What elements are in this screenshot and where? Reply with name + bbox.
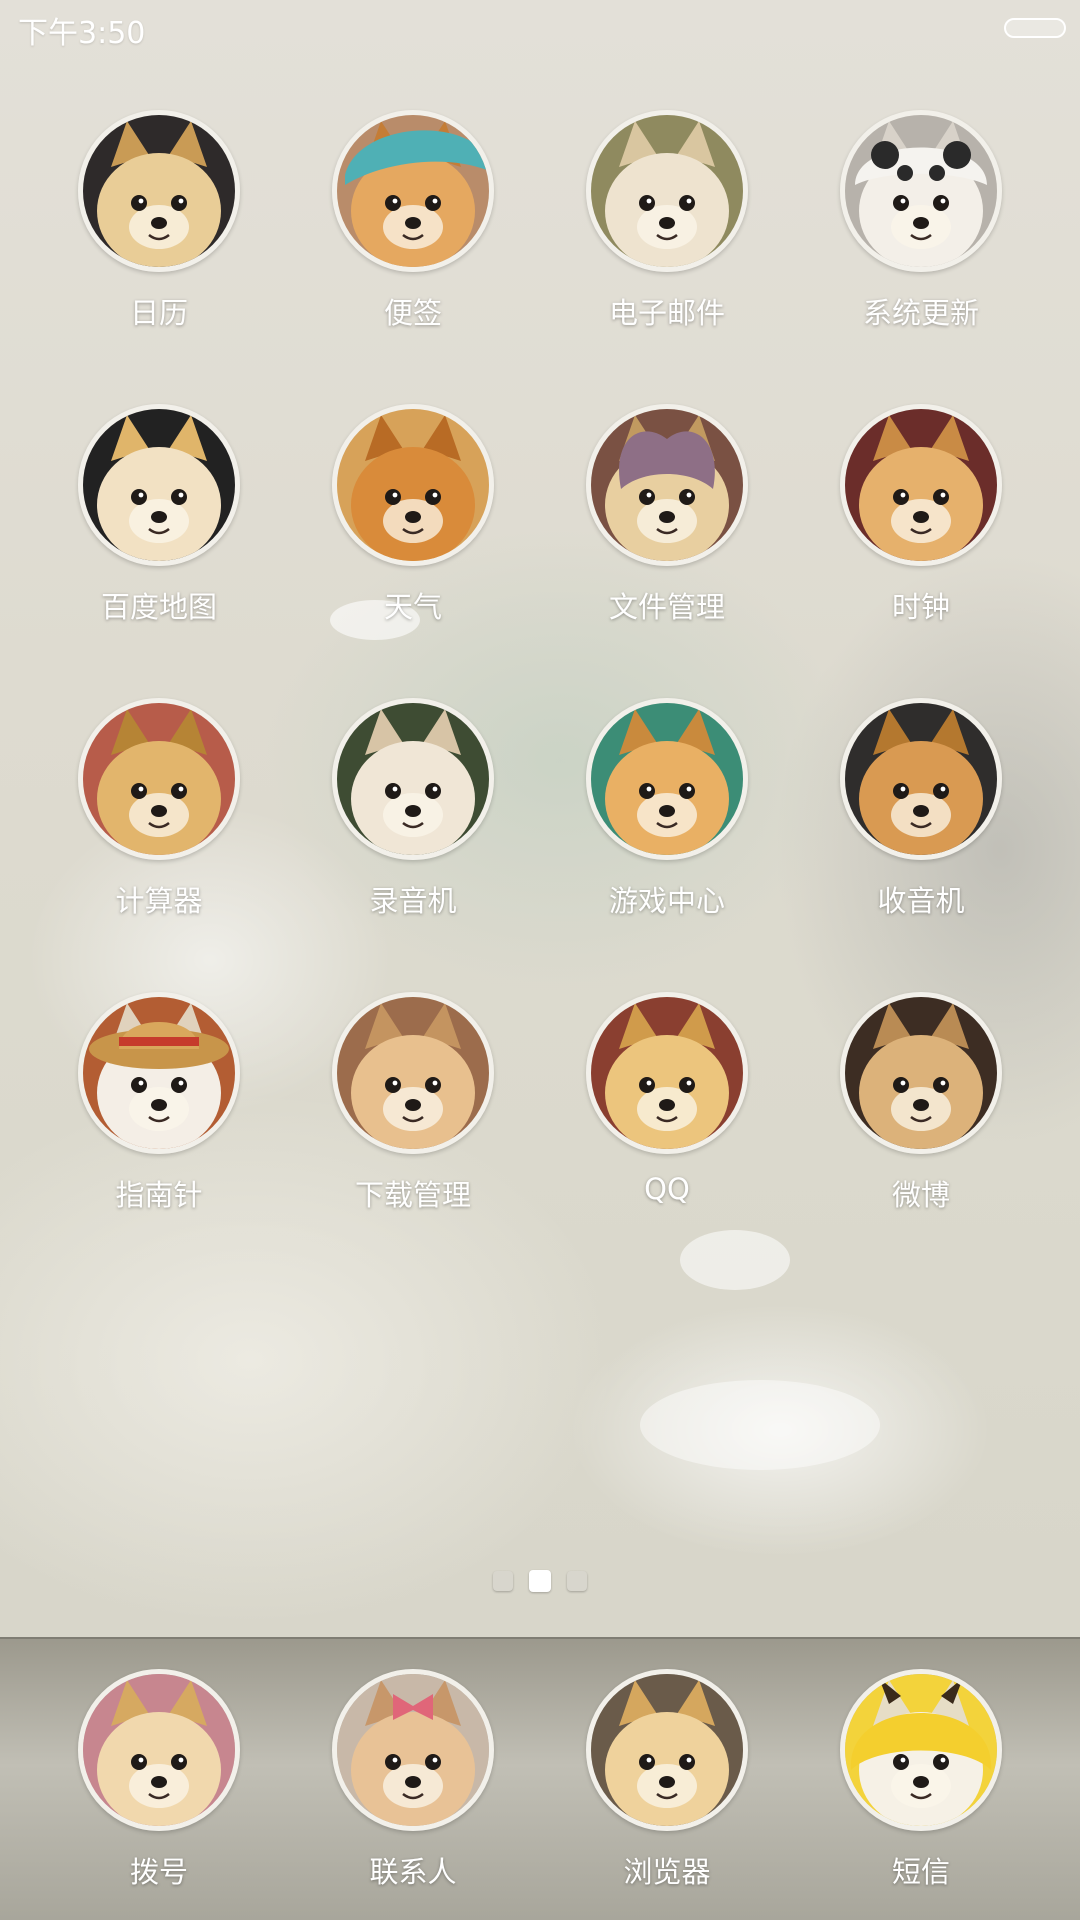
app-icon-compass[interactable]: [78, 992, 240, 1154]
app-label: 日历: [129, 296, 188, 330]
dock: 拨号 联系人 浏览器 短信: [0, 1637, 1080, 1920]
app-label: 指南针: [115, 1178, 203, 1212]
app-label: 联系人: [369, 1855, 457, 1889]
app-label: 百度地图: [100, 590, 217, 624]
app-icon-weather[interactable]: [332, 404, 494, 566]
app-icon-file-manager[interactable]: [586, 404, 748, 566]
app-label: 天气: [383, 590, 442, 624]
pomeranian-icon: [337, 115, 489, 267]
app-label: 收音机: [877, 884, 965, 918]
app-icon-browser[interactable]: [586, 1669, 748, 1831]
app-baidu-map[interactable]: 百度地图: [49, 404, 269, 644]
page-dot[interactable]: [493, 1571, 513, 1591]
pomeranian-icon: [83, 703, 235, 855]
page-dot[interactable]: [567, 1571, 587, 1591]
app-label: 电子邮件: [608, 296, 725, 330]
app-label: 微博: [891, 1178, 950, 1212]
app-label: 计算器: [115, 884, 203, 918]
pomeranian-icon: [337, 1674, 489, 1826]
app-icon-notes[interactable]: [332, 110, 494, 272]
pomeranian-icon: [337, 997, 489, 1149]
app-icon-weibo[interactable]: [840, 992, 1002, 1154]
app-clock[interactable]: 时钟: [811, 404, 1031, 644]
app-icon-calculator[interactable]: [78, 698, 240, 860]
app-download-manager[interactable]: 下载管理: [303, 992, 523, 1232]
status-time: 下午3:50: [18, 16, 146, 51]
app-email[interactable]: 电子邮件: [557, 110, 777, 350]
pomeranian-icon: [591, 997, 743, 1149]
app-weather[interactable]: 天气: [303, 404, 523, 644]
battery-icon: [1004, 18, 1066, 38]
app-icon-download-manager[interactable]: [332, 992, 494, 1154]
app-compass[interactable]: 指南针: [49, 992, 269, 1232]
app-file-manager[interactable]: 文件管理: [557, 404, 777, 644]
pomeranian-icon: [845, 115, 997, 267]
app-qq[interactable]: QQ: [557, 992, 777, 1232]
page-dot-active[interactable]: [529, 1570, 551, 1592]
app-notes[interactable]: 便签: [303, 110, 523, 350]
pomeranian-icon: [337, 703, 489, 855]
app-icon-calendar[interactable]: [78, 110, 240, 272]
app-icon-email[interactable]: [586, 110, 748, 272]
pomeranian-icon: [591, 703, 743, 855]
wallpaper-highlight: [680, 1230, 790, 1290]
app-label: 拨号: [129, 1855, 188, 1889]
home-screen: 下午3:50 日历 便签 电子邮件 系统更新百度地图 天气 文件管理 时钟计算器 录音机 游戏中…: [0, 0, 1080, 1920]
pomeranian-icon: [83, 997, 235, 1149]
app-icon-qq[interactable]: [586, 992, 748, 1154]
app-icon-radio[interactable]: [840, 698, 1002, 860]
pomeranian-icon: [591, 1674, 743, 1826]
pomeranian-icon: [337, 409, 489, 561]
app-label: 便签: [383, 296, 442, 330]
app-icon-game-center[interactable]: [586, 698, 748, 860]
pomeranian-icon: [845, 409, 997, 561]
app-browser[interactable]: 浏览器: [557, 1669, 777, 1909]
app-icon-contacts[interactable]: [332, 1669, 494, 1831]
pomeranian-icon: [845, 997, 997, 1149]
app-label: 游戏中心: [608, 884, 725, 918]
app-contacts[interactable]: 联系人: [303, 1669, 523, 1909]
pomeranian-icon: [83, 1674, 235, 1826]
app-radio[interactable]: 收音机: [811, 698, 1031, 938]
app-calendar[interactable]: 日历: [49, 110, 269, 350]
pomeranian-icon: [83, 115, 235, 267]
wallpaper-highlight: [640, 1380, 880, 1470]
app-label: 下载管理: [354, 1178, 471, 1212]
page-indicator[interactable]: [0, 1570, 1080, 1592]
app-game-center[interactable]: 游戏中心: [557, 698, 777, 938]
app-calculator[interactable]: 计算器: [49, 698, 269, 938]
app-label: 录音机: [369, 884, 457, 918]
pomeranian-icon: [591, 409, 743, 561]
app-icon-clock[interactable]: [840, 404, 1002, 566]
app-label: 短信: [891, 1855, 950, 1889]
app-icon-dialer[interactable]: [78, 1669, 240, 1831]
app-icon-recorder[interactable]: [332, 698, 494, 860]
pomeranian-icon: [845, 1674, 997, 1826]
app-label: 浏览器: [623, 1855, 711, 1889]
app-label: QQ: [644, 1172, 690, 1206]
app-weibo[interactable]: 微博: [811, 992, 1031, 1232]
app-icon-baidu-map[interactable]: [78, 404, 240, 566]
app-icon-sms[interactable]: [840, 1669, 1002, 1831]
app-label: 文件管理: [608, 590, 725, 624]
pomeranian-icon: [845, 703, 997, 855]
app-label: 系统更新: [862, 296, 979, 330]
pomeranian-icon: [591, 115, 743, 267]
app-system-update[interactable]: 系统更新: [811, 110, 1031, 350]
app-icon-system-update[interactable]: [840, 110, 1002, 272]
app-sms[interactable]: 短信: [811, 1669, 1031, 1909]
app-recorder[interactable]: 录音机: [303, 698, 523, 938]
app-dialer[interactable]: 拨号: [49, 1669, 269, 1909]
pomeranian-icon: [83, 409, 235, 561]
app-label: 时钟: [891, 590, 950, 624]
